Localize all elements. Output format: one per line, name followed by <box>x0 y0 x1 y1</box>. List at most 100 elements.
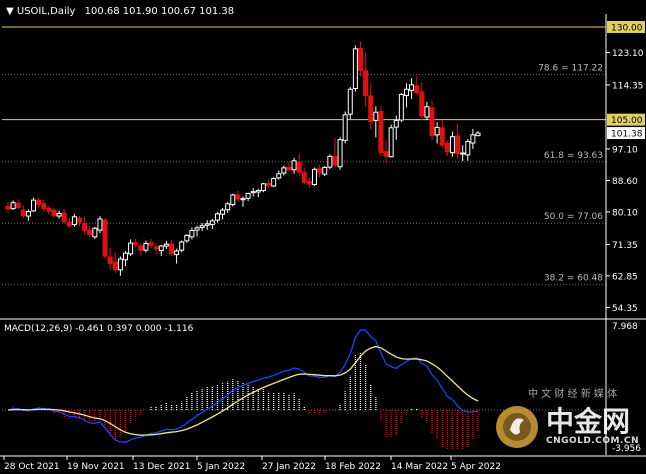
candle-body <box>312 168 318 186</box>
candle-body <box>475 132 481 137</box>
candle-body <box>199 225 205 229</box>
candle-body <box>148 242 154 246</box>
candle-body <box>317 168 323 174</box>
candle-body <box>97 218 103 231</box>
price-tick-label: 114.35 <box>612 81 644 91</box>
cngold-logo-icon <box>496 406 538 448</box>
candle-body <box>281 167 287 174</box>
fib-level-label: 38.2 = 60.48 <box>544 274 603 284</box>
candle-body <box>102 219 108 257</box>
hline-label: 130.00 <box>611 23 643 33</box>
candle-body <box>434 126 440 136</box>
candle-body <box>158 245 164 252</box>
candle-body <box>439 127 445 146</box>
price-tick-label: 71.35 <box>612 241 638 251</box>
ohlc-readout: 100.68 101.90 100.67 101.38 <box>84 6 235 17</box>
symbol-label: USOIL,Daily <box>16 6 76 17</box>
candle-body <box>419 91 425 117</box>
candle-body <box>271 178 277 187</box>
candle-body <box>306 181 312 185</box>
candle-body <box>286 166 292 171</box>
candle-body <box>235 194 241 200</box>
candle-body <box>455 135 461 155</box>
candle-body <box>388 127 394 158</box>
symbol-header: ▼ USOIL,Daily 100.68 101.90 100.67 101.3… <box>6 6 234 17</box>
candle-body <box>424 106 430 118</box>
time-tick-label: 19 Nov 2021 <box>67 462 125 472</box>
time-tick-label: 28 Oct 2021 <box>4 462 60 472</box>
watermark: 中金网 CNGOLD.COM.CN <box>494 394 644 464</box>
candle-body <box>61 212 67 223</box>
candle-body <box>82 222 88 232</box>
candle-body <box>449 136 455 154</box>
candle-body <box>209 220 215 226</box>
watermark-domain: CNGOLD.COM.CN <box>546 436 640 446</box>
candle-body <box>240 198 246 201</box>
candle-body <box>77 217 83 223</box>
price-tick-label: 123.10 <box>612 49 644 59</box>
time-tick-label: 14 Mar 2022 <box>391 462 448 472</box>
candle-body <box>56 212 62 217</box>
time-tick-label: 5 Jan 2022 <box>197 462 245 472</box>
hline-label: 105.00 <box>611 116 643 126</box>
candle-body <box>31 199 37 212</box>
candle-body <box>87 229 93 236</box>
candle-body <box>332 156 338 166</box>
fib-level-label: 50.0 = 77.06 <box>544 212 603 222</box>
candle-body <box>112 261 118 270</box>
candle-body <box>10 202 16 210</box>
fib-level-label: 61.8 = 93.63 <box>544 151 603 161</box>
candle-body <box>66 221 72 227</box>
candle-body <box>143 242 149 251</box>
candle-body <box>41 202 47 210</box>
candle-body <box>168 243 174 254</box>
candle-body <box>225 203 231 211</box>
candle-body <box>383 151 389 157</box>
candle-body <box>460 152 466 155</box>
candle-body <box>327 155 333 168</box>
candle-body <box>291 160 297 171</box>
candle-body <box>71 216 77 226</box>
candle-body <box>444 142 450 153</box>
candle-body <box>107 256 113 265</box>
candle-body <box>403 88 409 97</box>
candle-body <box>337 139 343 168</box>
candle-body <box>363 70 369 97</box>
candle-body <box>51 209 57 217</box>
candle-body <box>255 189 261 193</box>
candle-body <box>128 242 134 255</box>
candle-body <box>214 213 220 221</box>
price-tick-label: 88.60 <box>612 177 638 187</box>
candle-body <box>174 250 180 256</box>
time-tick-label: 13 Dec 2021 <box>133 462 191 472</box>
candle-body <box>347 88 353 115</box>
macd-label: MACD(12,26,9) -0.461 0.397 0.000 -1.116 <box>4 324 194 334</box>
candle-body <box>245 192 251 199</box>
candle-body <box>398 93 404 121</box>
candle-body <box>378 111 384 154</box>
candle-body <box>46 207 52 212</box>
candle-body <box>342 114 348 141</box>
fib-level-label: 78.6 = 117.22 <box>538 63 603 73</box>
candle-body <box>36 199 42 206</box>
candle-body <box>250 191 256 194</box>
candle-body <box>465 141 471 156</box>
current-price-label: 101.38 <box>611 130 643 140</box>
candle-body <box>184 234 190 242</box>
macd-axis-label: 7.968 <box>612 322 638 332</box>
candle-body <box>266 182 272 187</box>
candle-body <box>204 223 210 226</box>
watermark-subtitle: 中 文 财 经 新 媒 体 <box>528 389 618 400</box>
candle-body <box>414 85 420 94</box>
candle-body <box>138 245 144 252</box>
time-tick-label: 18 Feb 2022 <box>325 462 381 472</box>
dropdown-triangle-icon[interactable]: ▼ <box>6 6 14 17</box>
price-tick-label: 97.10 <box>612 145 638 155</box>
candle-body <box>373 111 379 121</box>
candle-body <box>358 47 363 71</box>
candle-body <box>352 48 358 90</box>
candle-body <box>429 107 435 137</box>
watermark-brand: 中金网 <box>546 405 631 438</box>
price-tick-label: 80.10 <box>612 208 638 218</box>
candle-body <box>301 172 307 183</box>
